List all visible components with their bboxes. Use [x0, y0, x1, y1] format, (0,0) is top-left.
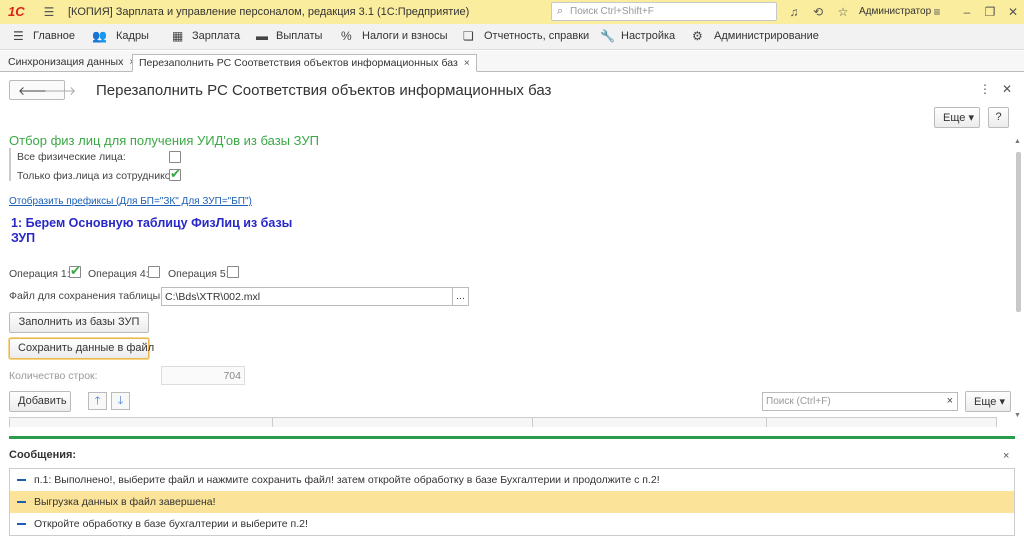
op4-label: Операция 4:	[88, 268, 149, 280]
file-select-button[interactable]: ...	[452, 287, 469, 306]
minimize-icon[interactable]: –	[960, 5, 974, 19]
title-bar: 1С ☰ [КОПИЯ] Зарплата и управление персо…	[0, 0, 1024, 24]
data-table-header	[9, 417, 997, 427]
people-icon: 👥	[92, 29, 107, 43]
file-label: Файл для сохранения таблицы 1:	[9, 290, 172, 302]
step-heading: 1: Берем Основную таблицу ФизЛиц из базы…	[11, 216, 293, 245]
percent-icon: %	[341, 29, 352, 43]
all-persons-checkbox[interactable]	[169, 151, 181, 163]
message-item[interactable]: Выгрузка данных в файл завершена!	[10, 491, 1014, 513]
page-title: Перезаполнить РС Соответствия объектов и…	[96, 82, 552, 99]
scroll-down-icon[interactable]: ▼	[1014, 412, 1021, 419]
dash-icon	[17, 501, 26, 503]
more-button[interactable]: Еще ▾	[934, 107, 980, 128]
rows-count-field: 704	[161, 366, 245, 385]
dash-icon	[17, 479, 26, 481]
list-icon: ☰	[13, 29, 24, 43]
report-icon: ❏	[463, 29, 474, 43]
nav-buttons: 🡐 🡒	[9, 80, 76, 100]
op1-checkbox[interactable]	[69, 263, 81, 279]
star-icon[interactable]: ☆	[836, 5, 850, 19]
messages-title: Сообщения:	[9, 449, 77, 461]
menu-icon[interactable]: ≡	[930, 5, 944, 19]
dash-icon	[17, 523, 26, 525]
main-menu: ☰ Главное 👥 Кадры ▦ Зарплата ▬ Выплаты %…	[0, 24, 1024, 50]
fill-from-zup-button[interactable]: Заполнить из базы ЗУП	[9, 312, 149, 333]
menu-item-main[interactable]: Главное	[33, 30, 75, 42]
help-button[interactable]: ?	[988, 107, 1009, 128]
more-vertical-icon[interactable]: ⋮	[979, 82, 991, 96]
form-close-icon[interactable]: ✕	[1002, 82, 1012, 96]
scroll-up-icon[interactable]: ▲	[1014, 138, 1021, 145]
menu-item-reports[interactable]: Отчетность, справки	[484, 30, 589, 42]
op4-checkbox[interactable]	[148, 266, 160, 278]
bell-icon[interactable]: ♫	[787, 5, 801, 19]
form-scrollbar[interactable]: ▲ ▼	[1014, 138, 1022, 424]
hamburger-icon[interactable]: ☰	[42, 5, 56, 19]
tab-refill[interactable]: Перезаполнить РС Соответствия объектов и…	[132, 54, 477, 72]
app-logo: 1С	[8, 4, 25, 19]
history-icon[interactable]: ⟲	[811, 5, 825, 19]
scroll-thumb[interactable]	[1016, 152, 1021, 312]
search-icon: ⌕	[557, 5, 564, 17]
message-item[interactable]: п.1: Выполнено!, выберите файл и нажмите…	[10, 469, 1014, 491]
table-search-input[interactable]: Поиск (Ctrl+F) ×	[762, 392, 958, 411]
group-bar	[9, 148, 11, 181]
menu-item-taxes[interactable]: Налоги и взносы	[362, 30, 448, 42]
employees-only-label: Только физ.лица из сотрудников:	[17, 170, 180, 182]
gear-icon: ⚙	[692, 29, 703, 43]
move-down-icon[interactable]: 🡓	[111, 392, 130, 410]
message-item[interactable]: Откройте обработку в базе бухгалтерии и …	[10, 513, 1014, 535]
open-tabs: Синхронизация данных× Перезаполнить РС С…	[0, 51, 1024, 72]
employees-only-checkbox[interactable]	[169, 166, 181, 182]
filter-heading: Отбор физ лиц для получения УИД'ов из ба…	[9, 133, 319, 148]
messages-divider	[9, 436, 1015, 439]
menu-item-staff[interactable]: Кадры	[116, 30, 149, 42]
menu-item-admin[interactable]: Администрирование	[714, 30, 819, 42]
save-to-file-button[interactable]: Сохранить данные в файл	[9, 338, 154, 359]
calculator-icon: ▦	[172, 29, 184, 43]
window-title: [КОПИЯ] Зарплата и управление персоналом…	[68, 6, 470, 18]
rows-count-label: Количество строк:	[9, 370, 98, 382]
prefix-link[interactable]: Отобразить префиксы (Для БП="ЗК" Для ЗУП…	[9, 196, 252, 207]
close-icon[interactable]: ✕	[1006, 5, 1020, 19]
menu-item-settings[interactable]: Настройка	[621, 30, 675, 42]
all-persons-label: Все физические лица:	[17, 151, 126, 163]
messages-list: п.1: Выполнено!, выберите файл и нажмите…	[9, 468, 1015, 536]
global-search-input[interactable]: ⌕ Поиск Ctrl+Shift+F	[551, 2, 777, 21]
file-path-field[interactable]: C:\Bds\XTR\002.mxl	[161, 287, 453, 306]
op5-checkbox[interactable]	[227, 266, 239, 278]
user-name[interactable]: Администратор	[859, 6, 931, 17]
search-clear-icon[interactable]: ×	[947, 395, 953, 407]
tab-sync[interactable]: Синхронизация данных×	[2, 54, 141, 72]
move-up-icon[interactable]: 🡑	[88, 392, 107, 410]
restore-icon[interactable]: ❐	[983, 5, 997, 19]
wrench-icon: 🔧	[600, 29, 615, 43]
wallet-icon: ▬	[256, 29, 268, 43]
add-button[interactable]: Добавить	[9, 391, 71, 412]
messages-close-icon[interactable]: ×	[1003, 450, 1009, 462]
menu-item-salary[interactable]: Зарплата	[192, 30, 240, 42]
op1-label: Операция 1:	[9, 268, 70, 280]
op5-label: Операция 5:	[168, 268, 229, 280]
table-more-button[interactable]: Еще ▾	[965, 391, 1011, 412]
forward-arrow-icon[interactable]: 🡒	[44, 83, 76, 98]
menu-item-payments[interactable]: Выплаты	[276, 30, 322, 42]
tab-close-icon[interactable]: ×	[464, 57, 470, 69]
